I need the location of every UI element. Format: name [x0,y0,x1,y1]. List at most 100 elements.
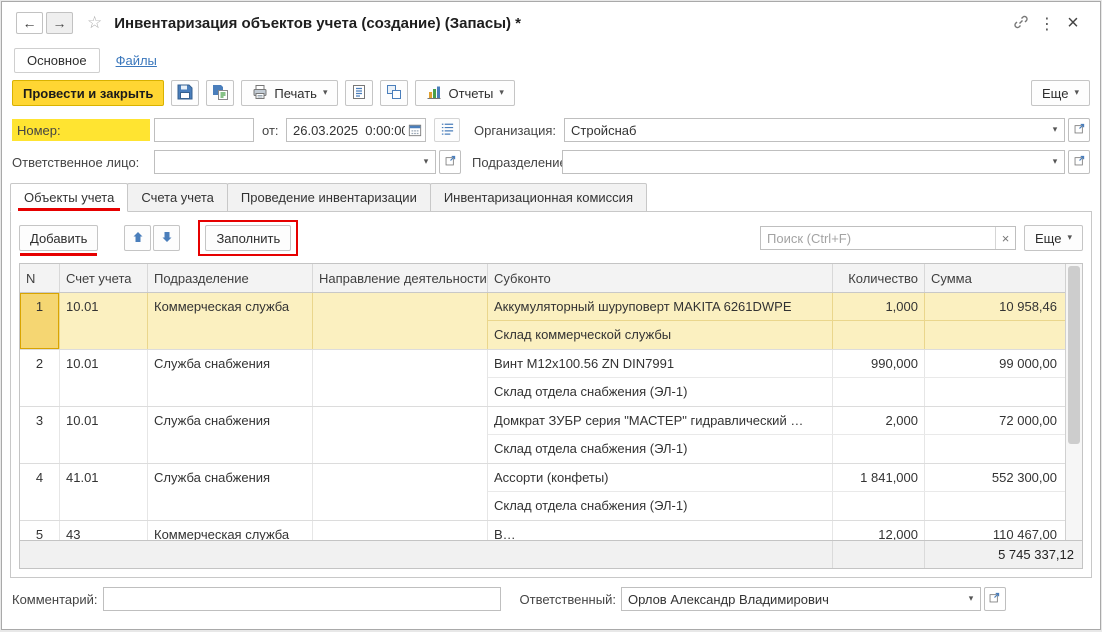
chevron-down-icon: ▾ [1067,233,1072,243]
show-movements-button[interactable] [380,80,409,106]
number-input[interactable] [154,118,254,142]
chevron-down-icon[interactable]: ▾ [417,157,435,167]
organization-field[interactable]: Стройснаб ▾ [564,118,1065,142]
qty-cell-empty [833,435,925,463]
open-icon [444,154,457,170]
column-header-n[interactable]: N [20,264,60,292]
column-header-activity[interactable]: Направление деятельности [313,264,488,292]
table-row[interactable]: 5 43 Коммерческая служба В… 12,000 110 4… [20,521,1065,540]
department-field[interactable]: ▾ [562,150,1065,174]
chevron-down-icon[interactable]: ▾ [1046,157,1064,167]
qty-cell-empty [833,492,925,520]
bottom-row: Комментарий: Ответственный: Орлов Алекса… [2,587,1100,611]
document-register-button[interactable] [345,80,374,106]
activity-cell [313,350,488,406]
move-down-button[interactable] [153,225,181,251]
chevron-down-icon: ▾ [322,88,328,98]
account-cell: 10.01 [60,350,148,406]
qty-cell: 2,000 [833,407,925,434]
save-button[interactable] [171,80,200,106]
footer-spacer [20,541,833,568]
tab-inventory-process[interactable]: Проведение инвентаризации [226,183,431,212]
sum-cell: 110 467,00 [992,527,1057,540]
post-and-close-button[interactable]: Провести и закрыть [12,80,165,106]
department-open-button[interactable] [1068,150,1090,174]
close-button[interactable]: × [1060,11,1086,35]
fill-button[interactable]: Заполнить [205,225,292,251]
save-icon [177,84,193,103]
responsible-field[interactable]: Орлов Александр Владимирович ▾ [620,587,981,611]
comment-input[interactable] [102,587,501,611]
forward-button[interactable]: → [46,12,73,34]
add-button[interactable]: Добавить [19,225,99,251]
activity-cell [313,293,488,349]
account-cell: 10.01 [60,407,148,463]
table-scrollbar[interactable] [1065,264,1082,540]
two-windows-icon [386,84,402,103]
more-button-table[interactable]: Еще ▾ [1024,225,1083,251]
responsible-person-open-button[interactable] [439,150,461,174]
move-up-button[interactable] [124,225,152,251]
menu-kebab-button[interactable]: ⋮ [1034,11,1060,35]
warehouse-cell: Склад отдела снабжения (ЭЛ-1) [488,378,833,406]
sum-cell: 99 000,00 [999,356,1057,371]
table-row[interactable]: 3 10.01 Служба снабжения Домкрат ЗУБР се… [20,407,1065,464]
row-number-cell: 4 [20,464,60,520]
more-label: Еще [1042,85,1069,101]
organization-open-button[interactable] [1068,118,1090,142]
back-button[interactable]: ← [16,12,43,34]
chevron-down-icon[interactable]: ▾ [1046,125,1064,135]
favorite-star-icon[interactable]: ☆ [87,13,102,33]
organization-label: Организация: [474,122,557,138]
column-header-subconto[interactable]: Субконто [488,264,833,292]
responsible-person-label: Ответственное лицо: [12,154,140,170]
table-footer: 5 745 337,12 [20,540,1082,568]
table-row[interactable]: 2 10.01 Служба снабжения Винт М12х100.56… [20,350,1065,407]
tab-accounts[interactable]: Счета учета [127,183,228,212]
link-icon [1013,14,1029,33]
account-cell: 43 [60,521,148,540]
responsible-label: Ответственный: [519,591,616,607]
row-number-cell: 5 [20,521,60,540]
item-cell: Домкрат ЗУБР серия "МАСТЕР" гидравлическ… [488,407,833,434]
scrollbar-thumb[interactable] [1068,266,1080,444]
responsible-value: Орлов Александр Владимирович [627,591,829,607]
number-history-button[interactable] [434,118,460,142]
chevron-down-icon: ▾ [1074,88,1079,98]
chevron-down-icon[interactable]: ▾ [962,594,980,604]
tab-accounts-label: Счета учета [141,190,214,205]
table-row[interactable]: 4 41.01 Служба снабжения Ассорти (конфет… [20,464,1065,521]
date-field[interactable]: 26.03.2025 0:00:00 [286,118,426,142]
more-button-top[interactable]: Еще ▾ [1031,80,1090,106]
department-cell: Служба снабжения [148,407,313,463]
search-box: × [760,226,1017,250]
sum-cell-empty [925,321,1065,349]
table-row[interactable]: 1 10.01 Коммерческая служба Аккумуляторн… [20,293,1065,350]
activity-cell [313,464,488,520]
column-header-qty[interactable]: Количество [833,264,925,292]
activity-cell [313,407,488,463]
tab-commission[interactable]: Инвентаризационная комиссия [429,183,647,212]
column-header-department[interactable]: Подразделение [148,264,313,292]
column-header-sum[interactable]: Сумма [925,264,1065,292]
more-table-label: Еще [1035,230,1062,246]
page-tabs: Объекты учета Счета учета Проведение инв… [2,183,1100,212]
calendar-icon[interactable] [405,123,425,137]
item-cell: В… [488,521,833,540]
nav-row: Основное Файлы [2,44,1100,76]
print-button[interactable]: Печать ▾ [241,80,339,106]
responsible-person-field[interactable]: ▾ [154,150,436,174]
search-clear-button[interactable]: × [995,227,1015,249]
search-input[interactable] [761,227,996,249]
row-number-cell: 2 [20,350,60,406]
qty-cell: 990,000 [833,350,925,377]
tab-objects[interactable]: Объекты учета [10,183,129,212]
responsible-open-button[interactable] [983,587,1006,611]
column-header-account[interactable]: Счет учета [60,264,148,292]
post-button[interactable] [206,80,235,106]
get-link-button[interactable] [1008,11,1034,35]
nav-link-files[interactable]: Файлы [116,53,157,68]
form-row-2: Ответственное лицо: ▾ Подразделение: ▾ [2,146,1100,178]
reports-button[interactable]: Отчеты ▾ [415,80,515,106]
nav-tab-main[interactable]: Основное [14,47,100,73]
